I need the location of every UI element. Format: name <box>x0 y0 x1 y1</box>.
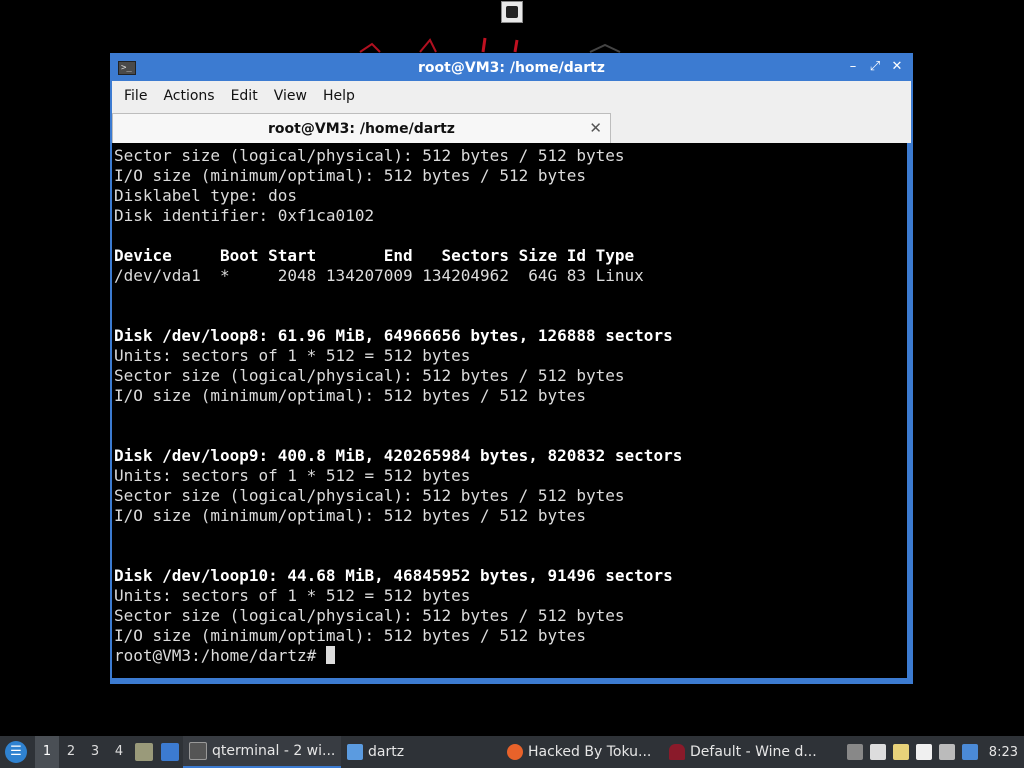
terminal-icon[interactable]: >_ <box>118 61 136 75</box>
terminal-line: Device Boot Start End Sectors Size Id Ty… <box>114 246 635 265</box>
text-cursor <box>325 646 335 664</box>
minimize-button[interactable]: – <box>845 59 861 75</box>
eject-icon[interactable] <box>846 744 863 760</box>
terminal-line: Units: sectors of 1 * 512 = 512 bytes <box>114 346 471 365</box>
terminal-line: Disk identifier: 0xf1ca0102 <box>114 206 375 225</box>
workspace-1[interactable]: 1 <box>35 736 59 768</box>
tab-close-icon[interactable]: ✕ <box>589 119 602 137</box>
terminal-line: Disk /dev/loop8: 61.96 MiB, 64966656 byt… <box>114 326 673 345</box>
terminal-output[interactable]: Sector size (logical/physical): 512 byte… <box>112 143 907 678</box>
terminal-line: Sector size (logical/physical): 512 byte… <box>114 486 625 505</box>
window-titlebar[interactable]: >_ root@VM3: /home/dartz – ⤢ ✕ <box>112 55 911 81</box>
folder-icon <box>347 744 363 760</box>
menu-file[interactable]: File <box>116 88 155 104</box>
tab-label: root@VM3: /home/dartz <box>268 120 455 137</box>
terminal-line: I/O size (minimum/optimal): 512 bytes / … <box>114 386 587 405</box>
taskbar: ☰ 1 2 3 4 qterminal - 2 wi... dartz Hack… <box>0 736 1024 768</box>
volume-icon[interactable] <box>869 744 886 760</box>
start-menu-icon[interactable]: ☰ <box>5 741 27 763</box>
menu-edit[interactable]: Edit <box>223 88 266 104</box>
task-label: qterminal - 2 wi... <box>212 743 336 759</box>
close-button[interactable]: ✕ <box>889 59 905 75</box>
task-firefox[interactable]: Hacked By Toku... <box>501 736 663 768</box>
terminal-line: Units: sectors of 1 * 512 = 512 bytes <box>114 466 471 485</box>
terminal-line: Disk /dev/loop9: 400.8 MiB, 420265984 by… <box>114 446 683 465</box>
menu-actions[interactable]: Actions <box>155 88 222 104</box>
workspace-4[interactable]: 4 <box>107 736 131 768</box>
menu-help[interactable]: Help <box>315 88 363 104</box>
prompt-line: root@VM3:/home/dartz# <box>114 646 907 666</box>
task-label: Hacked By Toku... <box>528 744 652 760</box>
terminal-line: Units: sectors of 1 * 512 = 512 bytes <box>114 586 471 605</box>
task-qterminal[interactable]: qterminal - 2 wi... <box>183 736 341 768</box>
desktop-launcher-icon[interactable] <box>501 1 523 23</box>
firefox-icon <box>507 744 523 760</box>
workspace-2[interactable]: 2 <box>59 736 83 768</box>
terminal-line: I/O size (minimum/optimal): 512 bytes / … <box>114 166 587 185</box>
terminal-icon <box>189 742 207 760</box>
network-icon[interactable] <box>938 744 955 760</box>
show-desktop-icon[interactable] <box>161 743 179 761</box>
terminal-line: Sector size (logical/physical): 512 byte… <box>114 146 625 165</box>
task-label: dartz <box>368 744 405 760</box>
tab-terminal[interactable]: root@VM3: /home/dartz ✕ <box>112 113 611 143</box>
terminal-window: >_ root@VM3: /home/dartz – ⤢ ✕ File Acti… <box>110 53 913 684</box>
clock: 8:23 <box>988 744 1018 760</box>
update-icon[interactable] <box>961 744 978 760</box>
terminal-line: Sector size (logical/physical): 512 byte… <box>114 606 625 625</box>
shell-prompt: root@VM3:/home/dartz# <box>114 646 326 665</box>
tab-bar: root@VM3: /home/dartz ✕ <box>112 111 911 143</box>
workspace-3[interactable]: 3 <box>83 736 107 768</box>
clipboard-icon[interactable] <box>892 744 909 760</box>
notes-icon[interactable] <box>915 744 932 760</box>
menubar: File Actions Edit View Help <box>112 81 911 111</box>
terminal-line: I/O size (minimum/optimal): 512 bytes / … <box>114 506 587 525</box>
task-wine[interactable]: Default - Wine d... <box>663 736 821 768</box>
task-dartz[interactable]: dartz <box>341 736 501 768</box>
task-label: Default - Wine d... <box>690 744 817 760</box>
terminal-line: /dev/vda1 * 2048 134207009 134204962 64G… <box>114 266 644 285</box>
system-tray: 8:23 <box>846 744 1024 760</box>
window-title: root@VM3: /home/dartz <box>418 60 605 76</box>
maximize-button[interactable]: ⤢ <box>867 59 883 75</box>
wine-icon <box>669 744 685 760</box>
terminal-line: I/O size (minimum/optimal): 512 bytes / … <box>114 626 587 645</box>
menu-view[interactable]: View <box>266 88 315 104</box>
terminal-line: Sector size (logical/physical): 512 byte… <box>114 366 625 385</box>
terminal-line: Disklabel type: dos <box>114 186 298 205</box>
file-manager-launcher-icon[interactable] <box>135 743 153 761</box>
terminal-line: Disk /dev/loop10: 44.68 MiB, 46845952 by… <box>114 566 673 585</box>
